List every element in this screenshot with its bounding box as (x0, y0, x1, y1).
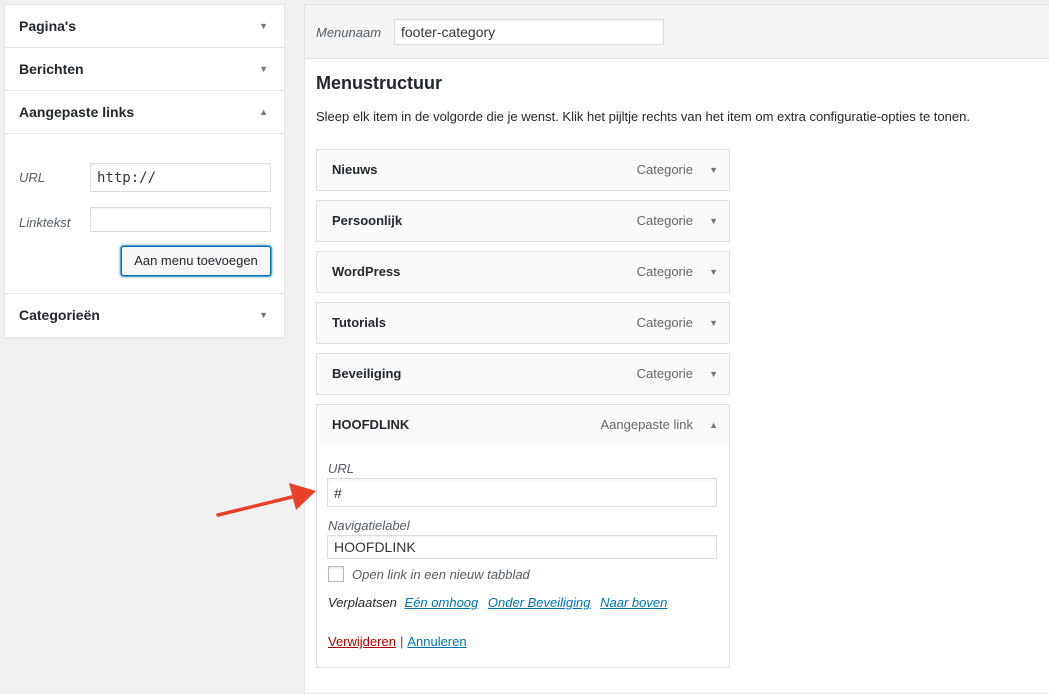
menu-item-open[interactable]: HOOFDLINK Aangepaste link ▲ (316, 404, 730, 446)
menu-item-title: Persoonlijk (332, 213, 403, 228)
move-row: Verplaatsen Eén omhoog Onder Beveiliging… (328, 595, 673, 610)
triangle-down-icon[interactable]: ▼ (709, 252, 718, 292)
custom-link-text-input[interactable] (90, 207, 271, 232)
custom-links-panel: URL Linktekst Aan menu toevoegen (5, 134, 284, 294)
move-up-link[interactable]: Eén omhoog (405, 595, 479, 610)
new-tab-label: Open link in een nieuw tabblad (352, 567, 530, 582)
accordion-section-label: Berichten (19, 61, 84, 77)
triangle-up-icon[interactable]: ▲ (709, 405, 718, 445)
accordion-section-categories[interactable]: Categorieën ▼ (5, 294, 284, 337)
menu-item-type: Categorie (636, 315, 693, 330)
menu-item-type: Aangepaste link (600, 417, 693, 432)
add-to-menu-button[interactable]: Aan menu toevoegen (121, 246, 271, 276)
cancel-link[interactable]: Annuleren (407, 634, 466, 649)
move-under-link[interactable]: Onder Beveiliging (488, 595, 591, 610)
triangle-down-icon[interactable]: ▼ (709, 354, 718, 394)
accordion-section-posts[interactable]: Berichten ▼ (5, 48, 284, 91)
menu-item-url-input[interactable] (327, 478, 717, 507)
menu-item-type: Categorie (636, 366, 693, 381)
triangle-down-icon: ▼ (259, 310, 268, 320)
menu-edit-panel: Menunaam Menustructuur Sleep elk item in… (304, 4, 1049, 694)
nav-label-input[interactable] (327, 535, 717, 559)
new-tab-checkbox[interactable] (328, 566, 344, 582)
triangle-down-icon: ▼ (259, 21, 268, 31)
menu-item[interactable]: Nieuws Categorie ▼ (316, 149, 730, 191)
url-label: URL (19, 170, 46, 185)
menu-items-accordion: Pagina's ▼ Berichten ▼ Aangepaste links … (4, 4, 285, 338)
accordion-section-label: Pagina's (19, 18, 77, 34)
menu-item-title: WordPress (332, 264, 401, 279)
menu-structure-description: Sleep elk item in de volgorde die je wen… (316, 109, 970, 124)
url-label: URL (328, 461, 355, 476)
menu-item[interactable]: WordPress Categorie ▼ (316, 251, 730, 293)
menu-item-settings: URL Navigatielabel Open link in een nieu… (316, 445, 730, 668)
nav-label-label: Navigatielabel (328, 518, 410, 533)
triangle-down-icon[interactable]: ▼ (709, 150, 718, 190)
move-label: Verplaatsen (328, 595, 397, 610)
triangle-up-icon: ▲ (259, 107, 268, 117)
menu-item-type: Categorie (636, 264, 693, 279)
action-separator: | (399, 634, 404, 649)
linktext-label: Linktekst (19, 215, 71, 230)
move-top-link[interactable]: Naar boven (600, 595, 667, 610)
menu-item-title: Tutorials (332, 315, 386, 330)
menu-item-type: Categorie (636, 162, 693, 177)
menu-structure-title: Menustructuur (316, 73, 442, 93)
accordion-section-custom-links[interactable]: Aangepaste links ▲ (5, 91, 284, 134)
menu-header: Menunaam (305, 5, 1049, 59)
accordion-section-label: Aangepaste links (19, 104, 135, 120)
menu-item-type: Categorie (636, 213, 693, 228)
triangle-down-icon[interactable]: ▼ (709, 201, 718, 241)
menu-item[interactable]: Beveiliging Categorie ▼ (316, 353, 730, 395)
triangle-down-icon[interactable]: ▼ (709, 303, 718, 343)
menu-item-title: Beveiliging (332, 366, 402, 381)
menu-item-title: Nieuws (332, 162, 378, 177)
triangle-down-icon: ▼ (259, 64, 268, 74)
menu-name-label: Menunaam (316, 25, 382, 40)
menu-name-input[interactable] (394, 19, 664, 45)
menu-item[interactable]: Tutorials Categorie ▼ (316, 302, 730, 344)
custom-link-url-input[interactable] (90, 163, 271, 192)
accordion-section-pages[interactable]: Pagina's ▼ (5, 5, 284, 48)
delete-link[interactable]: Verwijderen (328, 634, 396, 649)
menu-item-title: HOOFDLINK (332, 417, 410, 432)
menu-item[interactable]: Persoonlijk Categorie ▼ (316, 200, 730, 242)
accordion-section-label: Categorieën (19, 307, 100, 323)
item-actions: Verwijderen | Annuleren (328, 634, 467, 649)
